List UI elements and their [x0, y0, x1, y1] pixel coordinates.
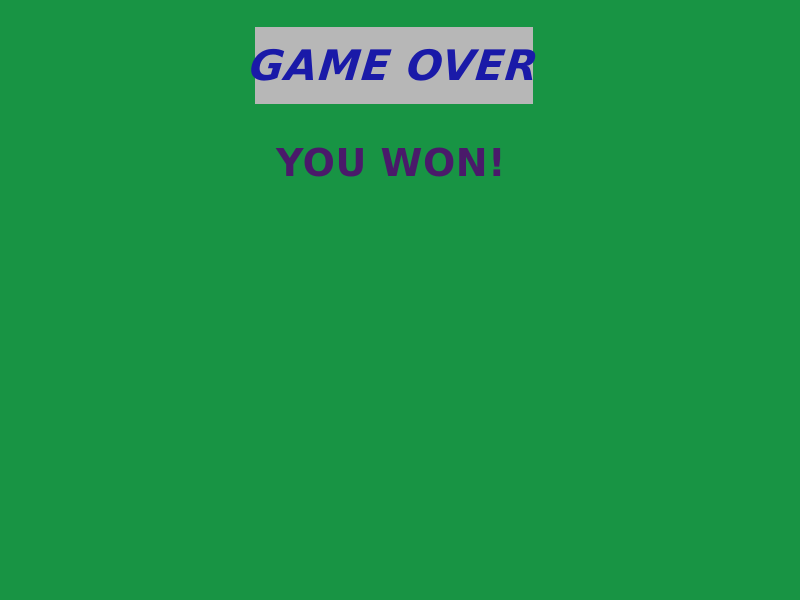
result-message: YOU WON! — [276, 141, 506, 185]
game-over-screen: { "screen": { "title": "GAME OVER", "res… — [0, 0, 800, 600]
game-over-title: GAME OVER — [247, 40, 542, 90]
game-over-panel: GAME OVER — [247, 27, 541, 104]
